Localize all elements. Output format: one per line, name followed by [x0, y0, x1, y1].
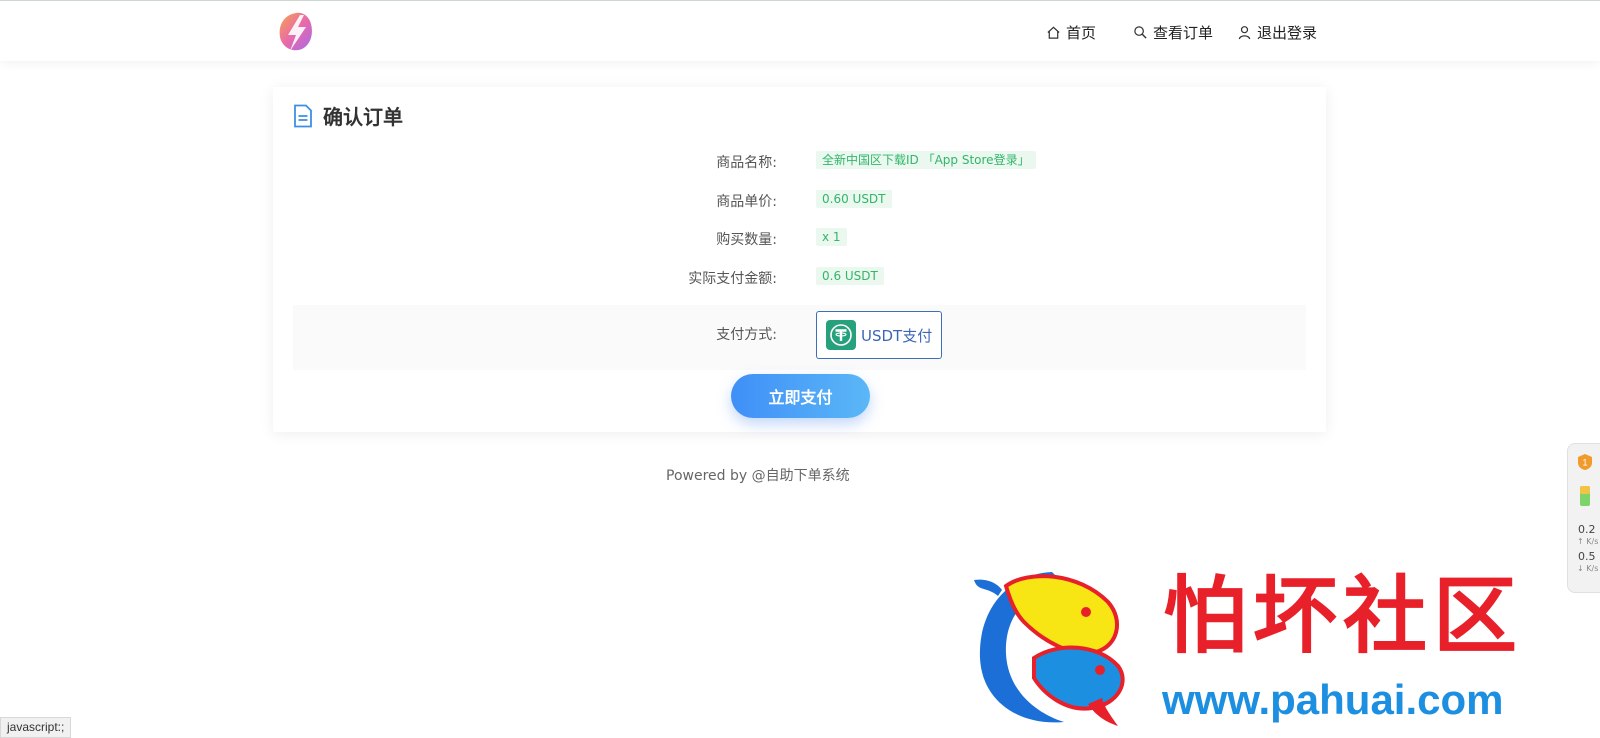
product-name-value: 全新中国区下载ID 「App Store登录」	[816, 151, 1036, 169]
product-name-label: 商品名称:	[716, 155, 777, 171]
nav-home[interactable]: 首页	[1046, 20, 1096, 44]
download-speed-unit: ↓ K/s	[1577, 564, 1599, 573]
download-speed-value: 0.5	[1578, 550, 1596, 563]
quantity-value: x 1	[816, 228, 847, 246]
home-icon	[1047, 26, 1060, 39]
nav-logout-label: 退出登录	[1257, 23, 1318, 42]
quantity-label: 购买数量:	[716, 232, 777, 248]
upload-speed-value: 0.2	[1578, 523, 1596, 536]
upload-speed-unit: ↑ K/s	[1577, 537, 1599, 546]
upload-speed-unit-text: K/s	[1586, 537, 1599, 546]
footer-powered-by: Powered by @自助下单系统	[666, 468, 850, 484]
nav-orders-label: 查看订单	[1153, 23, 1214, 42]
download-speed-unit-text: K/s	[1586, 564, 1599, 573]
payment-method-label: 支付方式:	[716, 327, 777, 343]
unit-price-label: 商品单价:	[716, 194, 777, 210]
shield-badge-icon: 1	[1578, 454, 1592, 470]
speed-gauge-icon	[1580, 486, 1590, 506]
card-title-text: 确认订单	[323, 105, 403, 129]
search-icon	[1134, 25, 1147, 39]
nav-view-orders[interactable]: 查看订单	[1133, 20, 1213, 44]
unit-price-value: 0.60 USDT	[816, 190, 892, 208]
card-title: 确认订单	[293, 101, 403, 130]
site-logo-icon[interactable]	[276, 9, 316, 55]
watermark-title: 怕坏社区	[1163, 566, 1524, 665]
payment-method-row	[293, 305, 1306, 370]
top-nav-bar: 首页 查看订单 退出登录	[0, 0, 1600, 61]
nav-home-label: 首页	[1066, 23, 1097, 42]
total-amount-value: 0.6 USDT	[816, 267, 884, 285]
document-icon	[294, 104, 312, 127]
usdt-payment-option[interactable]: USDT支付	[816, 311, 942, 359]
nav-logout[interactable]: 退出登录	[1237, 20, 1317, 44]
user-icon	[1238, 25, 1251, 39]
network-speed-widget[interactable]: 1 0.2 ↑ K/s 0.5 ↓ K/s	[1567, 443, 1600, 593]
confirm-order-card: 确认订单 商品名称: 全新中国区下载ID 「App Store登录」 商品单价:…	[273, 87, 1326, 432]
usdt-payment-label: USDT支付	[861, 326, 933, 345]
watermark-url: www.pahuai.com	[1162, 676, 1504, 723]
watermark-fish-logo-icon	[974, 572, 1125, 726]
tether-icon	[826, 320, 856, 350]
total-amount-label: 实际支付金额:	[688, 271, 777, 287]
browser-status-bar: javascript:;	[0, 717, 72, 738]
svg-text:1: 1	[1582, 458, 1587, 468]
pay-now-button[interactable]: 立即支付	[731, 374, 870, 418]
